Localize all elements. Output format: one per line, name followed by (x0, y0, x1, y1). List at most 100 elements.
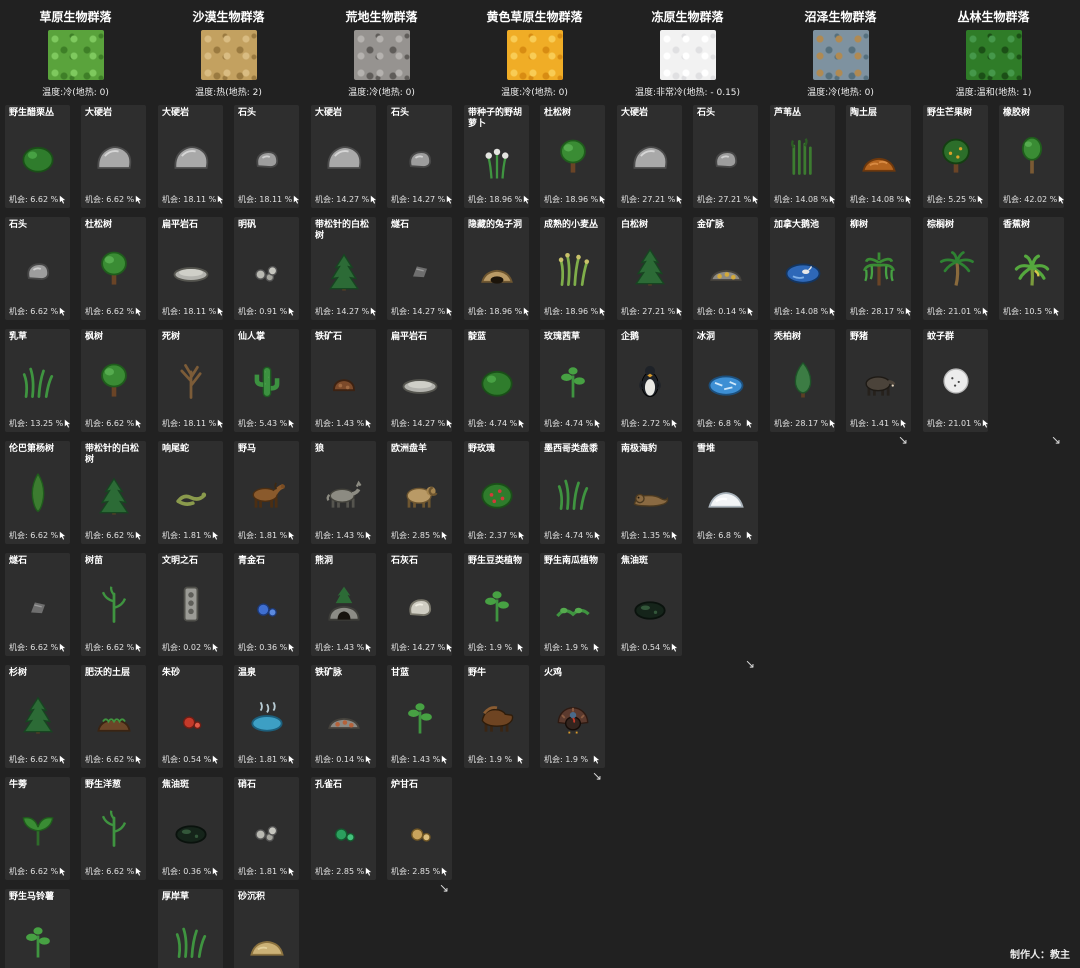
item-card[interactable]: 响尾蛇机会: 1.81 % (158, 441, 223, 544)
item-card[interactable]: 野生芒果树机会: 5.25 % (923, 105, 988, 208)
item-card[interactable]: 冰洞机会: 6.8 % (693, 329, 758, 432)
item-card[interactable]: 橡胶树机会: 42.02 % (999, 105, 1064, 208)
item-card[interactable]: 温泉机会: 1.81 % (234, 665, 299, 768)
item-card[interactable]: 死树机会: 18.11 % (158, 329, 223, 432)
chance-value: 机会: 6.8 % (697, 418, 741, 429)
item-card[interactable]: 铁矿脉机会: 0.14 % (311, 665, 376, 768)
pine-icon (621, 232, 678, 306)
item-card[interactable]: 杉树机会: 6.62 % (5, 665, 70, 768)
item-card[interactable]: 杜松树机会: 6.62 % (81, 217, 146, 320)
item-card[interactable]: 野生洋葱机会: 6.62 % (81, 777, 146, 880)
item-card[interactable]: 野生醋栗丛机会: 6.62 % (5, 105, 70, 208)
item-card[interactable]: 石灰石机会: 14.27 % (387, 553, 452, 656)
resize-handle-icon[interactable]: ↘ (311, 880, 452, 894)
item-card[interactable]: 成熟的小麦丛机会: 18.96 % (540, 217, 605, 320)
card-grid: 大硬岩机会: 27.21 %石头机会: 27.21 %白松树机会: 27.21 … (617, 105, 758, 656)
item-card[interactable]: 加拿大鹅池机会: 14.08 % (770, 217, 835, 320)
item-card[interactable]: 南极海豹机会: 1.35 % (617, 441, 682, 544)
item-chance: 机会: 6.62 % (85, 642, 142, 653)
item-card[interactable]: 石头机会: 18.11 % (234, 105, 299, 208)
item-card[interactable]: 燧石机会: 14.27 % (387, 217, 452, 320)
item-card[interactable]: 甘蓝机会: 1.43 % (387, 665, 452, 768)
card-grid: 野生醋栗丛机会: 6.62 %大硬岩机会: 6.62 %石头机会: 6.62 %… (5, 105, 146, 968)
item-card[interactable]: 企鹅机会: 2.72 % (617, 329, 682, 432)
item-card[interactable]: 仙人掌机会: 5.43 % (234, 329, 299, 432)
item-card[interactable]: 墨西哥类盘黍机会: 4.74 % (540, 441, 605, 544)
item-card[interactable]: 野生南瓜植物机会: 1.9 % (540, 553, 605, 656)
item-card[interactable]: 肥沃的土层机会: 6.62 % (81, 665, 146, 768)
cursor-icon (445, 642, 452, 653)
item-name: 杜松树 (85, 220, 142, 232)
item-card[interactable]: 蚊子群机会: 21.01 % (923, 329, 988, 432)
item-card[interactable]: 香蕉树机会: 10.5 % (999, 217, 1064, 320)
item-card[interactable]: 野猪机会: 1.41 % (846, 329, 911, 432)
item-card[interactable]: 燧石机会: 6.62 % (5, 553, 70, 656)
resize-handle-icon[interactable]: ↘ (770, 432, 911, 446)
item-card[interactable]: 青金石机会: 0.36 % (234, 553, 299, 656)
item-card[interactable]: 石头机会: 6.62 % (5, 217, 70, 320)
item-chance: 机会: 4.74 % (468, 418, 525, 429)
item-card[interactable]: 枫树机会: 6.62 % (81, 329, 146, 432)
biome-title: 荒地生物群落 (311, 3, 452, 28)
item-card[interactable]: 火鸡机会: 1.9 % (540, 665, 605, 768)
item-name: 火鸡 (544, 668, 601, 680)
item-card[interactable]: 厚岸草机会: 3.62 % (158, 889, 223, 968)
item-card[interactable]: 大硬岩机会: 27.21 % (617, 105, 682, 208)
item-card[interactable]: 杜松树机会: 18.96 % (540, 105, 605, 208)
item-card[interactable]: 铁矿石机会: 1.43 % (311, 329, 376, 432)
item-card[interactable]: 石头机会: 27.21 % (693, 105, 758, 208)
item-card[interactable]: 熊洞机会: 1.43 % (311, 553, 376, 656)
item-card[interactable]: 扁平岩石机会: 14.27 % (387, 329, 452, 432)
item-card[interactable]: 焦油斑机会: 0.36 % (158, 777, 223, 880)
item-card[interactable]: 野生马铃薯机会: 0.66 % (5, 889, 70, 968)
bush-icon (468, 344, 525, 418)
item-card[interactable]: 狼机会: 1.43 % (311, 441, 376, 544)
item-card[interactable]: 芦苇丛机会: 14.08 % (770, 105, 835, 208)
sapling-icon (85, 792, 142, 866)
cursor-icon (211, 642, 220, 653)
item-card[interactable]: 扁平岩石机会: 18.11 % (158, 217, 223, 320)
resize-handle-icon[interactable]: ↘ (464, 768, 605, 782)
item-card[interactable]: 柳树机会: 28.17 % (846, 217, 911, 320)
item-name: 加拿大鹅池 (774, 220, 831, 232)
item-card[interactable]: 带松针的白松树机会: 6.62 % (81, 441, 146, 544)
item-card[interactable]: 野生豆类植物机会: 1.9 % (464, 553, 529, 656)
item-card[interactable]: 朱砂机会: 0.54 % (158, 665, 223, 768)
item-card[interactable]: 孔雀石机会: 2.85 % (311, 777, 376, 880)
item-card[interactable]: 玫瑰茜草机会: 4.74 % (540, 329, 605, 432)
item-card[interactable]: 明矾机会: 0.91 % (234, 217, 299, 320)
item-card[interactable]: 带种子的野胡萝卜机会: 18.96 % (464, 105, 529, 208)
item-card[interactable]: 陶土层机会: 14.08 % (846, 105, 911, 208)
item-card[interactable]: 雪堆机会: 6.8 % (693, 441, 758, 544)
item-card[interactable]: 秃柏树机会: 28.17 % (770, 329, 835, 432)
item-card[interactable]: 野牛机会: 1.9 % (464, 665, 529, 768)
chance-value: 机会: 0.14 % (697, 306, 746, 317)
item-name: 仙人掌 (238, 332, 295, 344)
item-card[interactable]: 文明之石机会: 0.02 % (158, 553, 223, 656)
item-card[interactable]: 金矿脉机会: 0.14 % (693, 217, 758, 320)
item-card[interactable]: 大硬岩机会: 18.11 % (158, 105, 223, 208)
item-card[interactable]: 乳草机会: 13.25 % (5, 329, 70, 432)
item-card[interactable]: 野玫瑰机会: 2.37 % (464, 441, 529, 544)
item-card[interactable]: 白松树机会: 27.21 % (617, 217, 682, 320)
item-card[interactable]: 焦油斑机会: 0.54 % (617, 553, 682, 656)
item-card[interactable]: 牛蒡机会: 6.62 % (5, 777, 70, 880)
item-card[interactable]: 带松针的白松树机会: 14.27 % (311, 217, 376, 320)
item-card[interactable]: 树苗机会: 6.62 % (81, 553, 146, 656)
item-card[interactable]: 棕榈树机会: 21.01 % (923, 217, 988, 320)
item-card[interactable]: 大硬岩机会: 6.62 % (81, 105, 146, 208)
item-card[interactable]: 靛蓝机会: 4.74 % (464, 329, 529, 432)
item-card[interactable]: 野马机会: 1.81 % (234, 441, 299, 544)
resize-handle-icon[interactable]: ↘ (923, 432, 1064, 446)
item-card[interactable]: 隐藏的兔子洞机会: 18.96 % (464, 217, 529, 320)
item-card[interactable]: 硝石机会: 1.81 % (234, 777, 299, 880)
item-card[interactable]: 砂沉积机会: 9.06 % (234, 889, 299, 968)
resize-handle-icon[interactable]: ↘ (617, 656, 758, 670)
item-card[interactable]: 炉甘石机会: 2.85 % (387, 777, 452, 880)
item-card[interactable]: 欧洲盘羊机会: 2.85 % (387, 441, 452, 544)
item-name: 砂沉积 (238, 892, 295, 904)
item-card[interactable]: 伦巴第杨树机会: 6.62 % (5, 441, 70, 544)
item-card[interactable]: 大硬岩机会: 14.27 % (311, 105, 376, 208)
item-card[interactable]: 石头机会: 14.27 % (387, 105, 452, 208)
cursor-icon (598, 306, 605, 317)
